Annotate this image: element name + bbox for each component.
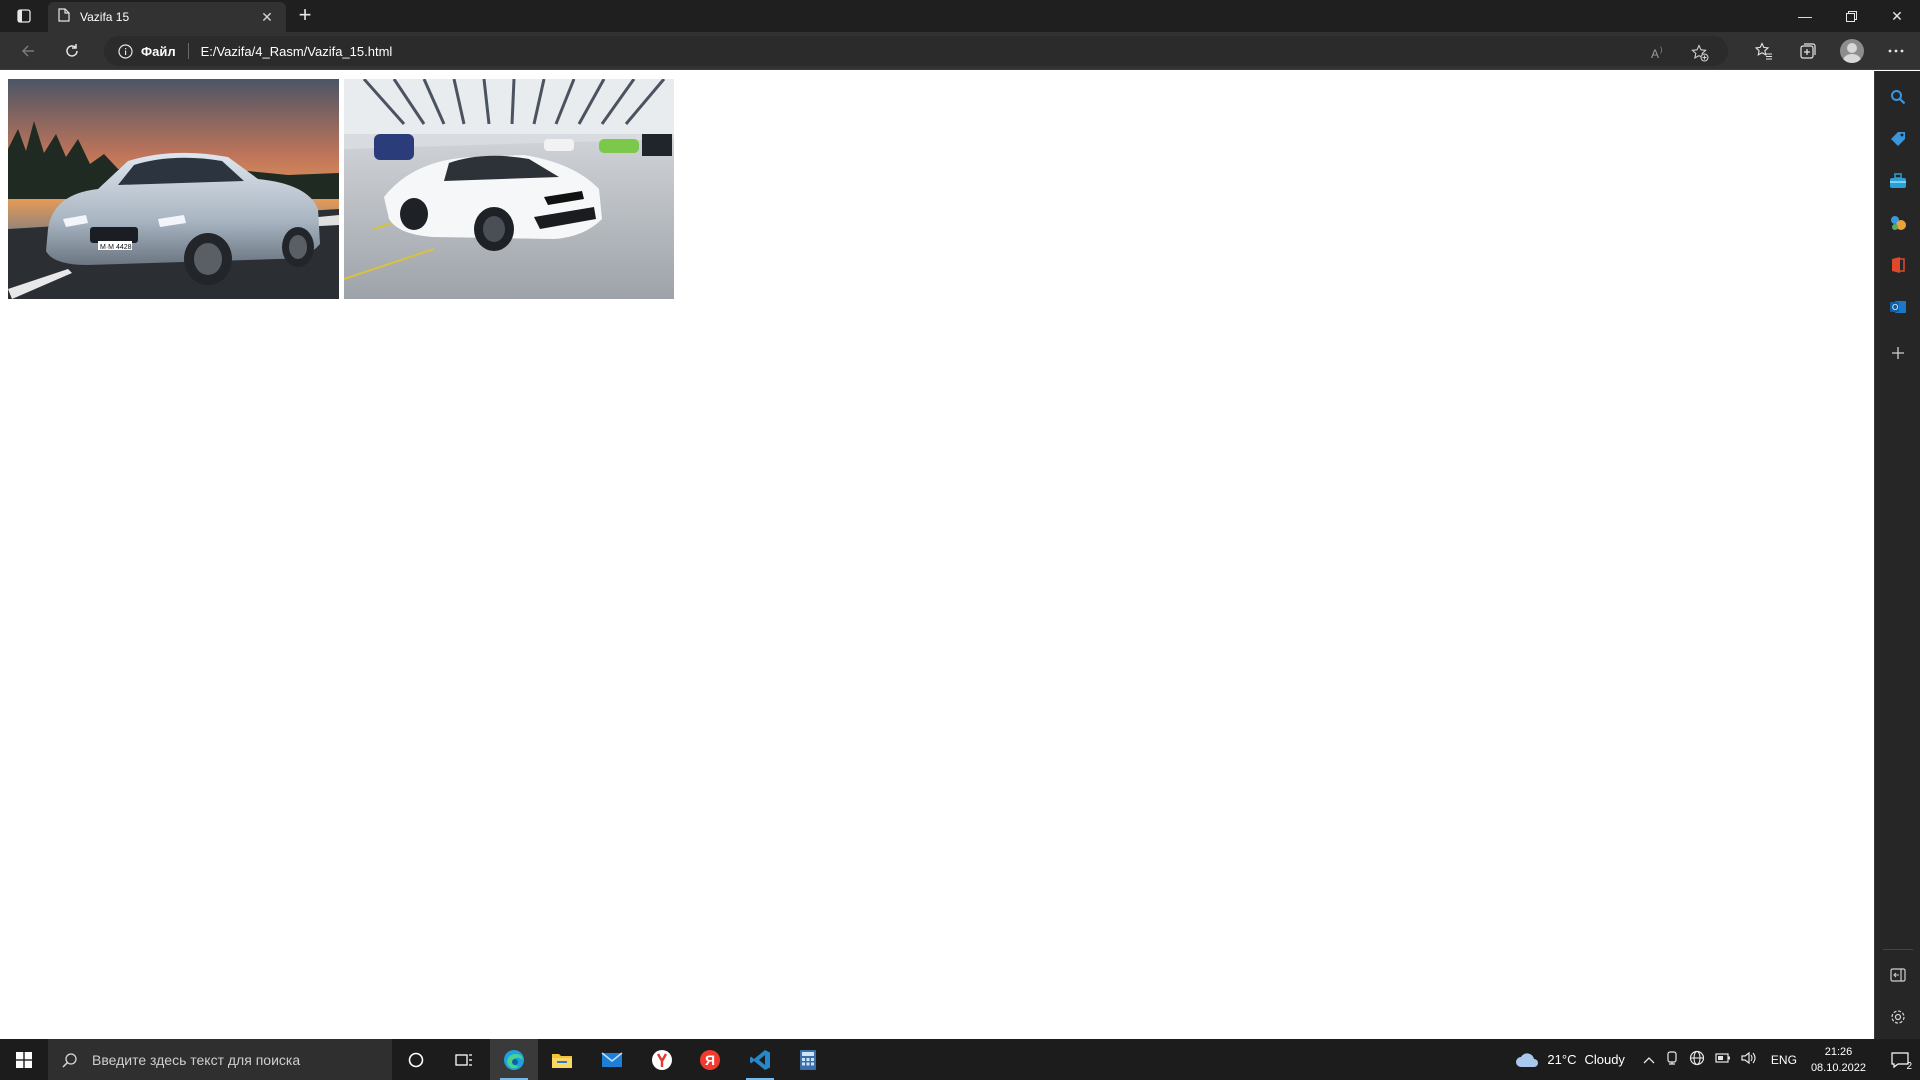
notifications-button[interactable]: 2 — [1880, 1039, 1920, 1080]
meet-now-icon[interactable] — [1665, 1051, 1679, 1068]
address-url[interactable]: E:/Vazifa/4_Rasm/Vazifa_15.html — [201, 44, 393, 59]
page-icon — [58, 7, 70, 27]
clock-time: 21:26 — [1824, 1045, 1853, 1058]
network-icon[interactable] — [1689, 1050, 1705, 1069]
weather-condition: Cloudy — [1584, 1052, 1625, 1067]
chevron-up-icon[interactable] — [1643, 1053, 1655, 1067]
weather-temp: 21°C — [1547, 1052, 1577, 1067]
tab-title: Vazifa 15 — [80, 10, 130, 24]
address-divider — [187, 43, 189, 59]
file-explorer-icon[interactable] — [538, 1039, 586, 1080]
protocol-label: Файл — [141, 43, 176, 59]
task-view-icon[interactable] — [440, 1039, 488, 1080]
calculator-icon[interactable] — [784, 1039, 832, 1080]
clock-date: 08.10.2022 — [1810, 1061, 1866, 1074]
mail-icon[interactable] — [588, 1039, 636, 1080]
address-actions: A) — [1644, 40, 1714, 66]
back-icon[interactable] — [14, 38, 42, 64]
browser-titlebar: Vazifa 15 ✕ + — ✕ — [0, 0, 1920, 32]
svg-text:A: A — [1651, 47, 1659, 61]
more-options-icon[interactable] — [1882, 38, 1910, 64]
info-icon — [118, 43, 133, 59]
weather-widget[interactable]: 21°C Cloudy — [1515, 1052, 1625, 1068]
minimize-icon[interactable]: — — [1782, 0, 1828, 32]
bmw-car-image: M·M 4428 — [8, 79, 339, 299]
favorites-icon[interactable] — [1750, 38, 1778, 64]
language-indicator[interactable]: ENG — [1771, 1053, 1797, 1067]
svg-text:M·M 4428: M·M 4428 — [100, 244, 132, 251]
sidebar-divider — [1883, 949, 1913, 950]
vscode-icon[interactable] — [736, 1039, 784, 1080]
site-info-button[interactable]: Файл — [118, 44, 176, 59]
read-aloud-icon[interactable]: A) — [1644, 40, 1672, 66]
windows-start-icon[interactable] — [0, 1039, 48, 1080]
search-icon — [62, 1052, 77, 1068]
add-favorite-icon[interactable] — [1686, 40, 1714, 66]
clock[interactable]: 21:26 08.10.2022 — [1811, 1044, 1866, 1076]
browser-toolbar: Файл E:/Vazifa/4_Rasm/Vazifa_15.html A) — [0, 32, 1920, 70]
new-tab-icon[interactable]: + — [292, 4, 318, 28]
office-icon[interactable] — [1886, 253, 1910, 277]
cortana-icon[interactable] — [392, 1039, 440, 1080]
outlook-icon[interactable]: O — [1886, 295, 1910, 319]
page-content: M·M 4428 — [0, 71, 1874, 1039]
edge-browser-icon[interactable] — [490, 1039, 538, 1080]
restore-icon[interactable] — [1828, 0, 1874, 32]
hide-sidebar-icon[interactable] — [1886, 963, 1910, 987]
games-icon[interactable] — [1886, 211, 1910, 235]
refresh-icon[interactable] — [58, 38, 86, 64]
avatar — [1840, 39, 1864, 63]
taskbar-search-input[interactable]: Введите здесь текст для поиска — [48, 1039, 392, 1080]
add-sidebar-app-icon[interactable] — [1886, 341, 1910, 365]
collections-icon[interactable] — [1794, 38, 1822, 64]
toolbar-actions — [1750, 38, 1910, 64]
close-window-icon[interactable]: ✕ — [1874, 0, 1920, 32]
window-controls: — ✕ — [1782, 0, 1920, 32]
volume-icon[interactable] — [1741, 1051, 1757, 1068]
windows-taskbar: Введите здесь текст для поиска Я 21°C Cl… — [0, 1039, 1920, 1080]
browser-sidebar: O — [1874, 71, 1920, 1039]
yandex-icon[interactable]: Я — [686, 1039, 734, 1080]
tab-close-icon[interactable]: ✕ — [258, 9, 276, 26]
sidebar-settings-icon[interactable] — [1886, 1005, 1910, 1029]
system-tray: 21°C Cloudy ENG 21:26 08.10.2022 2 — [1515, 1039, 1920, 1080]
cloud-icon — [1516, 1052, 1539, 1067]
tab-active[interactable]: Vazifa 15 ✕ — [48, 2, 286, 32]
svg-text:): ) — [1660, 47, 1662, 54]
tab-actions-icon[interactable] — [10, 4, 38, 28]
yandex-browser-icon[interactable] — [638, 1039, 686, 1080]
battery-icon[interactable] — [1715, 1052, 1731, 1067]
profile-avatar[interactable] — [1838, 38, 1866, 64]
svg-text:Я: Я — [705, 1052, 715, 1068]
lamborghini-car-image — [344, 79, 674, 299]
tools-icon[interactable] — [1886, 169, 1910, 193]
address-bar[interactable]: Файл E:/Vazifa/4_Rasm/Vazifa_15.html A) — [104, 36, 1728, 66]
notification-count: 2 — [1906, 1061, 1912, 1072]
search-placeholder: Введите здесь текст для поиска — [92, 1051, 301, 1068]
tray-icons — [1643, 1050, 1757, 1069]
shopping-tag-icon[interactable] — [1886, 127, 1910, 151]
search-icon[interactable] — [1886, 85, 1910, 109]
svg-text:O: O — [1892, 303, 1898, 312]
